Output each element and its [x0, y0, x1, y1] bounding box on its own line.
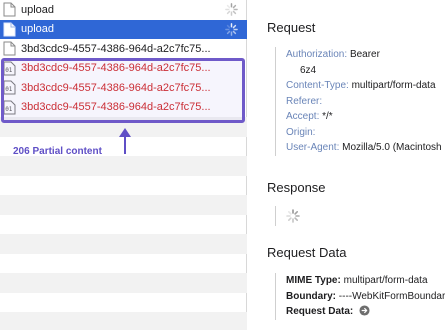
- section-title-request-data: Request Data: [267, 245, 347, 260]
- section-title-request: Request: [267, 20, 316, 35]
- request-list: upload upload 3bd3cdc9-4557-4386-964d-a2…: [0, 0, 247, 330]
- request-row-resource-1[interactable]: 3bd3cdc9-4557-4386-964d-a2c7fc75...: [0, 39, 247, 59]
- request-headers: Authorization: Bearer 6z4 Content-Type: …: [275, 47, 442, 156]
- header-origin: Origin:: [286, 126, 316, 138]
- header-content-type: Content-Type: multipart/form-data: [286, 80, 436, 91]
- request-details-panel: Request Authorization: Bearer 6z4 Conten…: [248, 0, 445, 330]
- empty-row: [0, 195, 247, 215]
- request-data-fields: MIME Type: multipart/form-data Boundary:…: [275, 273, 445, 320]
- request-name: upload: [21, 23, 55, 36]
- document-icon: [3, 22, 16, 37]
- request-row-upload-2[interactable]: upload: [0, 19, 247, 39]
- request-name: upload: [21, 3, 55, 16]
- loading-spinner-icon: [225, 22, 238, 36]
- header-user-agent: User-Agent: Mozilla/5.0 (Macintosh: [286, 142, 442, 153]
- annotation-highlight-box: [1, 58, 245, 123]
- empty-row: [0, 234, 247, 254]
- response-content: [275, 206, 300, 226]
- document-icon: [3, 41, 16, 56]
- request-data-row: Request Data:: [286, 304, 445, 320]
- section-title-response: Response: [267, 180, 326, 195]
- empty-row: [0, 312, 247, 330]
- annotation-arrow-line: [124, 136, 126, 154]
- loading-spinner-icon: [286, 209, 300, 223]
- go-to-arrow-icon[interactable]: [359, 305, 370, 316]
- empty-row: [0, 156, 247, 176]
- boundary-row: Boundary: ----WebKitFormBoundary: [286, 290, 445, 302]
- header-authorization-continued: 6z4: [300, 64, 317, 76]
- mime-type-row: MIME Type: multipart/form-data: [286, 275, 428, 286]
- header-referer: Referer:: [286, 95, 323, 107]
- annotation-label: 206 Partial content: [13, 146, 102, 157]
- document-icon: [3, 2, 16, 17]
- header-authorization: Authorization: Bearer: [286, 49, 380, 60]
- loading-spinner-icon: [225, 3, 238, 16]
- header-accept: Accept: */*: [286, 111, 333, 122]
- empty-row: [0, 273, 247, 293]
- request-row-upload-1[interactable]: upload: [0, 0, 247, 20]
- request-name: 3bd3cdc9-4557-4386-964d-a2c7fc75...: [21, 42, 211, 55]
